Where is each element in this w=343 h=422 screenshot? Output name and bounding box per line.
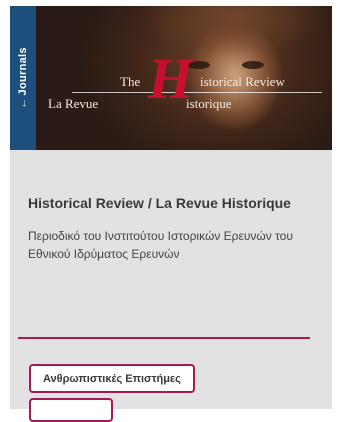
journal-card[interactable]: The istorical Review La Revue istorique … (10, 6, 332, 409)
journal-logo: The istorical Review La Revue istorique … (36, 50, 332, 120)
cover-image[interactable]: The istorical Review La Revue istorique … (10, 6, 332, 150)
journals-badge-content: ←Journals (17, 47, 29, 109)
tag-button-partial[interactable] (29, 398, 113, 422)
journals-badge[interactable]: ←Journals (10, 6, 36, 150)
journals-badge-label: Journals (17, 47, 29, 96)
journal-description: Περιοδικό του Ινστιτούτου Ιστορικών Ερευ… (28, 229, 293, 261)
journal-title[interactable]: Historical Review / La Revue Historique (28, 194, 320, 213)
logo-line1-right: istorical Review (200, 74, 285, 89)
logo-line2-left: La Revue (48, 96, 99, 111)
arrow-left-icon: ← (17, 97, 29, 109)
logo-initial: H (148, 46, 194, 111)
cover-portrait-eye (242, 61, 264, 69)
card-body: Historical Review / La Revue Historique … (28, 194, 320, 263)
logo-rule (72, 92, 322, 93)
divider (18, 337, 310, 339)
tag-button[interactable]: Ανθρωπιστικές Επιστήμες (29, 364, 195, 393)
logo-line1-left: The (120, 74, 141, 89)
